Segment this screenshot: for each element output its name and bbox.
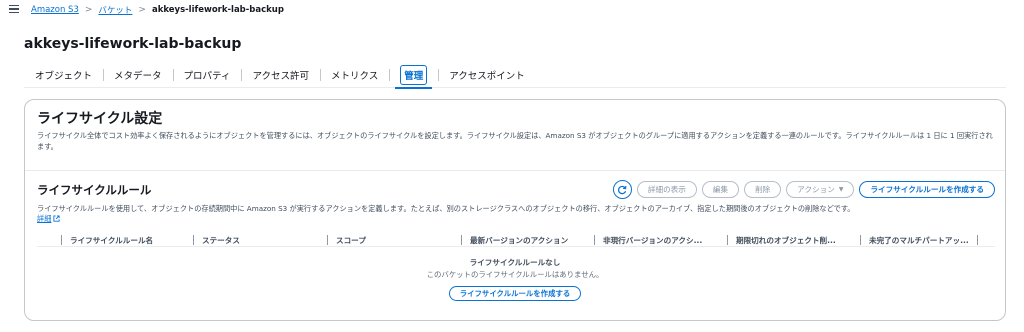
tab-properties[interactable]: プロパティ [172, 62, 242, 88]
column-divider [727, 235, 728, 245]
breadcrumb-current: akkeys-lifework-lab-backup [151, 5, 284, 15]
breadcrumb: Amazon S3 > バケット > akkeys-lifework-lab-b… [31, 4, 284, 16]
tab-label: オブジェクト [35, 70, 93, 82]
actions-label: アクション [797, 185, 835, 194]
empty-create-rule-button[interactable]: ライフサイクルルールを作成する [448, 286, 582, 301]
caret-down-icon: ▼ [838, 186, 844, 193]
column-header[interactable]: 非現行バージョンのアクシ... [594, 234, 702, 246]
column-scope: スコープ [336, 235, 366, 245]
tab-metadata[interactable]: メタデータ [103, 62, 173, 88]
tab-permissions[interactable]: アクセス許可 [241, 62, 320, 88]
refresh-button[interactable] [612, 180, 632, 199]
tab-label: アクセスポイント [449, 70, 525, 82]
refresh-icon [618, 185, 627, 194]
column-divider [61, 235, 62, 245]
view-details-button[interactable]: 詳細の表示 [636, 181, 697, 198]
tab-label: 管理 [400, 64, 428, 85]
column-header[interactable]: 未完了のマルチパートアッ... [860, 234, 978, 246]
lifecycle-rules-title: ライフサイクルルール [37, 183, 152, 197]
create-rule-button[interactable]: ライフサイクルルールを作成する [859, 181, 995, 198]
rules-toolbar: 詳細の表示 編集 削除 アクション ▼ ライフサイクルルールを作成する [612, 180, 995, 199]
breadcrumb-separator: > [138, 5, 146, 15]
lifecycle-config-title: ライフサイクル設定 [37, 111, 163, 127]
tab-objects[interactable]: オブジェクト [24, 62, 103, 88]
column-divider [860, 235, 861, 245]
column-divider [461, 235, 462, 245]
rules-table-header: ライフサイクルルール名 ステータス スコープ 最新バージョンのアクション 非現行… [37, 233, 995, 247]
column-incomplete-multipart: 未完了のマルチパートアッ... [869, 235, 969, 245]
external-link-icon [53, 215, 60, 222]
breadcrumb-buckets[interactable]: バケット [98, 4, 132, 16]
column-header[interactable]: ライフサイクルルール名 [61, 234, 153, 246]
learn-more-label: 詳細 [37, 214, 52, 223]
column-status: ステータス [202, 235, 240, 245]
tab-access-points[interactable]: アクセスポイント [438, 62, 536, 88]
tab-label: プロパティ [183, 70, 231, 82]
menu-icon[interactable] [9, 3, 19, 15]
lifecycle-config-description: ライフサイクル全体でコスト効率よく保存されるようにオブジェクトを管理するには、オ… [37, 131, 993, 151]
column-header[interactable]: 最新バージョンのアクション [461, 234, 568, 246]
delete-button[interactable]: 削除 [744, 181, 782, 198]
tab-management[interactable]: 管理 [389, 62, 438, 89]
column-divider [594, 235, 595, 245]
column-divider [193, 235, 194, 245]
breadcrumb-separator: > [84, 5, 93, 15]
tab-label: アクセス許可 [252, 70, 309, 82]
column-noncurrent-version-actions: 非現行バージョンのアクシ... [603, 235, 703, 245]
rules-description-text: ライフサイクルルールを使用して、オブジェクトの存続期間中に Amazon S3 … [37, 204, 855, 213]
column-expired-object-delete: 期限切れのオブジェクト削... [736, 235, 836, 245]
column-rule-name: ライフサイクルルール名 [70, 235, 154, 245]
section-divider [25, 170, 1005, 171]
actions-dropdown[interactable]: アクション ▼ [786, 181, 855, 198]
learn-more-link[interactable]: 詳細 [37, 214, 60, 223]
top-bar: Amazon S3 > バケット > akkeys-lifework-lab-b… [0, 0, 1024, 20]
tab-label: メトリクス [331, 70, 379, 82]
column-divider [976, 235, 978, 245]
column-current-version-actions: 最新バージョンのアクション [470, 235, 569, 245]
lifecycle-rules-description: ライフサイクルルールを使用して、オブジェクトの存続期間中に Amazon S3 … [37, 204, 997, 224]
empty-state-description: このバケットのライフサイクルルールはありません。 [426, 270, 604, 279]
column-divider [327, 235, 328, 245]
empty-state: ライフサイクルルールなし このバケットのライフサイクルルールはありません。 ライ… [25, 257, 1005, 301]
column-header[interactable]: 期限切れのオブジェクト削... [727, 234, 836, 246]
edit-button[interactable]: 編集 [701, 181, 740, 198]
tab-label: メタデータ [114, 70, 162, 82]
tab-metrics[interactable]: メトリクス [320, 62, 389, 88]
lifecycle-panel: ライフサイクル設定 ライフサイクル全体でコスト効率よく保存されるようにオブジェク… [24, 99, 1006, 321]
column-header[interactable]: スコープ [327, 234, 366, 246]
column-header[interactable]: ステータス [193, 234, 240, 246]
empty-state-title: ライフサイクルルールなし [469, 258, 561, 267]
page-title: akkeys-lifework-lab-backup [24, 36, 242, 52]
tab-bar: オブジェクト メタデータ プロパティ アクセス許可 メトリクス 管理 アクセスポ… [24, 62, 1006, 89]
breadcrumb-amazon-s3[interactable]: Amazon S3 [31, 5, 79, 15]
